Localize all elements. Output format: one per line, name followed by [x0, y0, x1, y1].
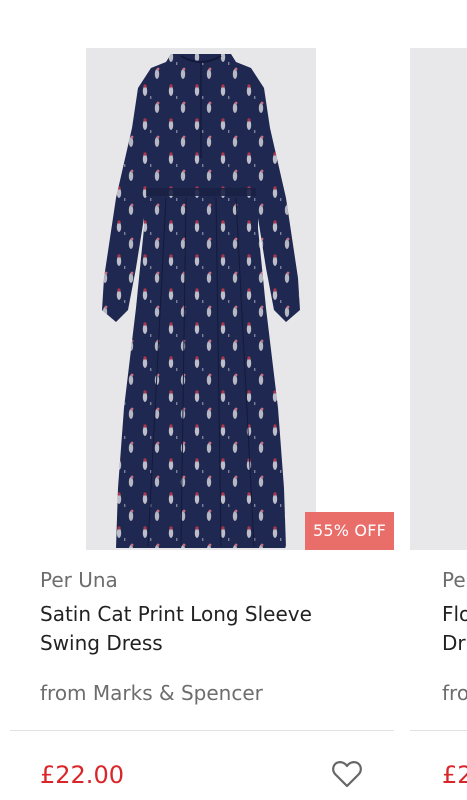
product-card[interactable]: 55% OFF Per Una Satin Cat Print Long Sle… [0, 0, 404, 800]
product-price-next: £2 [442, 761, 467, 789]
product-brand: Per Una [40, 568, 118, 592]
product-title-next[interactable]: Flo Dr [442, 600, 467, 658]
product-retailer-next: fro [442, 681, 467, 705]
product-image-next[interactable] [410, 48, 467, 550]
heart-outline-icon [332, 761, 362, 788]
product-price: £22.00 [40, 761, 124, 789]
discount-badge: 55% OFF [305, 512, 394, 550]
product-title-line: Dr [442, 631, 466, 655]
divider [10, 730, 394, 731]
product-retailer: from Marks & Spencer [40, 681, 263, 705]
product-title-line: Flo [442, 602, 467, 626]
dress-image [102, 54, 300, 548]
divider [410, 730, 467, 731]
wishlist-button[interactable] [331, 759, 363, 789]
product-image[interactable] [86, 48, 316, 550]
product-title[interactable]: Satin Cat Print Long Sleeve Swing Dress [40, 600, 340, 658]
product-title-line: Satin Cat Print Long Sleeve [40, 602, 312, 626]
product-card-next[interactable]: Pe Flo Dr fro £2 [410, 0, 467, 800]
product-title-line: Swing Dress [40, 631, 163, 655]
product-brand-next: Pe [442, 568, 466, 592]
